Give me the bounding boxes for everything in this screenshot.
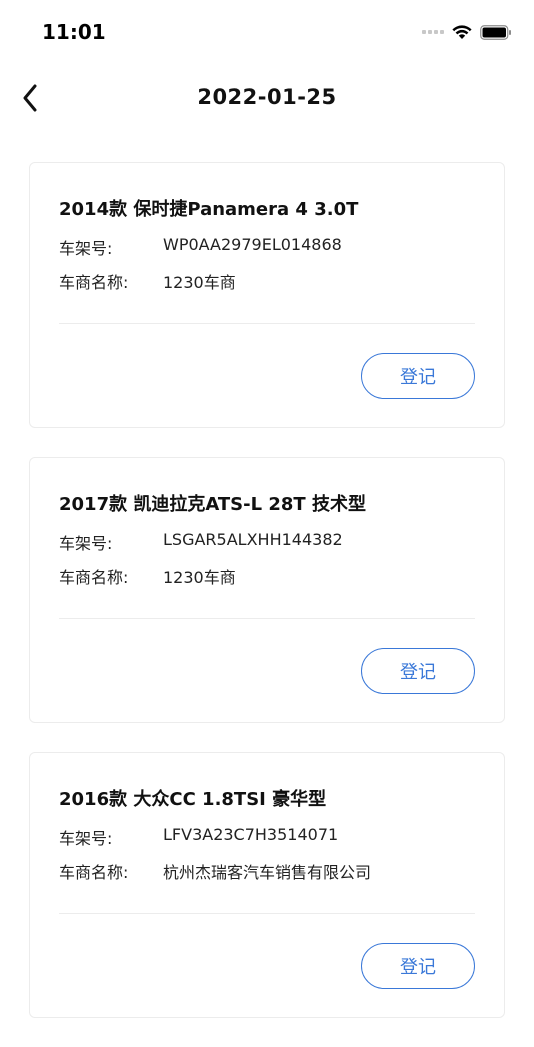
dealer-row: 车商名称: 1230车商 <box>59 269 236 293</box>
dealer-row: 车商名称: 1230车商 <box>59 564 236 588</box>
dealer-value: 1230车商 <box>163 568 236 587</box>
dealer-value: 杭州杰瑞客汽车销售有限公司 <box>163 863 372 882</box>
vin-label: 车架号: <box>59 239 113 258</box>
vehicle-list: 2014款 保时捷Panamera 4 3.0T 车架号: WP0AA2979E… <box>29 162 505 1047</box>
vin-label: 车架号: <box>59 534 113 553</box>
status-bar: 11:01 <box>0 0 534 64</box>
vehicle-title: 2014款 保时捷Panamera 4 3.0T <box>59 199 359 220</box>
vin-value: LSGAR5ALXHH144382 <box>163 530 343 549</box>
divider <box>59 913 475 914</box>
register-button[interactable]: 登记 <box>361 648 475 694</box>
dealer-value: 1230车商 <box>163 273 236 292</box>
battery-icon <box>480 24 511 40</box>
vin-label: 车架号: <box>59 829 113 848</box>
vin-row: 车架号: LFV3A23C7H3514071 <box>59 825 338 849</box>
vehicle-title: 2016款 大众CC 1.8TSI 豪华型 <box>59 789 327 810</box>
vin-row: 车架号: WP0AA2979EL014868 <box>59 235 342 259</box>
vin-value: LFV3A23C7H3514071 <box>163 825 339 844</box>
navigation-bar: 2022-01-25 <box>0 64 534 132</box>
dealer-row: 车商名称: 杭州杰瑞客汽车销售有限公司 <box>59 859 371 883</box>
status-icons <box>422 22 512 42</box>
vehicle-title: 2017款 凯迪拉克ATS-L 28T 技术型 <box>59 494 366 515</box>
wifi-icon <box>452 24 472 39</box>
page-title: 2022-01-25 <box>197 85 337 109</box>
vehicle-card: 2014款 保时捷Panamera 4 3.0T 车架号: WP0AA2979E… <box>29 162 505 428</box>
vehicle-card: 2016款 大众CC 1.8TSI 豪华型 车架号: LFV3A23C7H351… <box>29 752 505 1018</box>
vin-value: WP0AA2979EL014868 <box>163 235 342 254</box>
cellular-signal-icon <box>422 30 444 34</box>
divider <box>59 618 475 619</box>
status-time: 11:01 <box>42 20 106 44</box>
dealer-label: 车商名称: <box>59 568 129 587</box>
register-button[interactable]: 登记 <box>361 353 475 399</box>
vehicle-card: 2017款 凯迪拉克ATS-L 28T 技术型 车架号: LSGAR5ALXHH… <box>29 457 505 723</box>
vin-row: 车架号: LSGAR5ALXHH144382 <box>59 530 343 554</box>
divider <box>59 323 475 324</box>
dealer-label: 车商名称: <box>59 273 129 292</box>
dealer-label: 车商名称: <box>59 863 129 882</box>
